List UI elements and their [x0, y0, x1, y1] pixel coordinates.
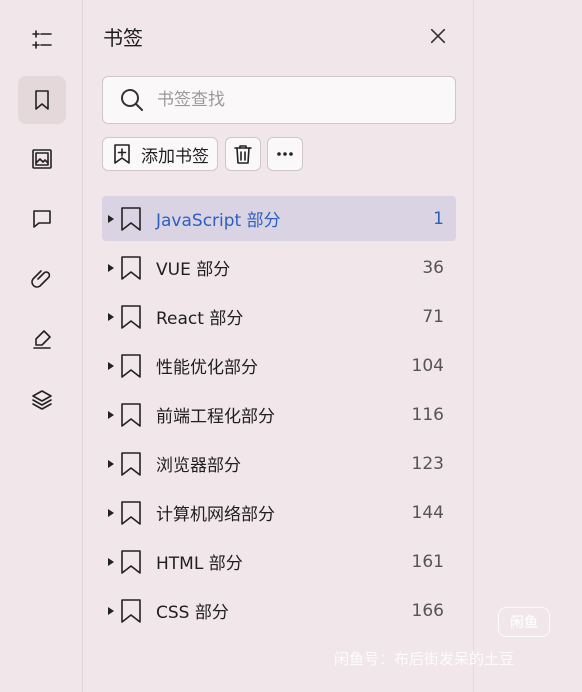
paperclip-icon: [31, 270, 51, 288]
more-horizontal-icon: [277, 152, 293, 156]
image-icon: [32, 149, 52, 169]
pen-icon: [33, 330, 51, 349]
bookmark-name: 计算机网络部分: [156, 505, 275, 525]
bookmark-row[interactable]: 前端工程化部分 116: [102, 392, 456, 437]
more-options-button[interactable]: [267, 137, 303, 171]
bookmark-row[interactable]: VUE 部分 36: [102, 245, 456, 290]
bookmark-icon: [120, 451, 142, 477]
expand-arrow-icon[interactable]: [108, 557, 114, 566]
bookmark-name: HTML 部分: [156, 554, 243, 574]
icon-rail: [0, 0, 83, 692]
bookmark-icon: [120, 353, 142, 379]
bookmark-search-box[interactable]: [102, 76, 456, 124]
bookmark-name: JavaScript 部分: [156, 211, 281, 231]
comment-icon: [33, 210, 51, 228]
bookmark-name: 性能优化部分: [156, 358, 258, 378]
bookmark-icon: [120, 549, 142, 575]
expand-arrow-icon[interactable]: [108, 410, 114, 419]
bookmark-page-number: 104: [411, 355, 444, 376]
bookmark-icon: [35, 90, 49, 110]
expand-arrow-icon[interactable]: [108, 508, 114, 517]
add-bookmark-button[interactable]: 添加书签: [102, 137, 218, 171]
expand-arrow-icon[interactable]: [108, 312, 114, 321]
bookmark-page-number: 36: [422, 257, 444, 278]
bookmark-list: JavaScript 部分 1 VUE 部分 36 React 部分 71 性能优化部分 10…: [102, 196, 456, 637]
bookmarks-panel: 书签 添加书签: [84, 0, 474, 692]
bookmark-row[interactable]: 浏览器部分 123: [102, 441, 456, 486]
bookmark-name: React 部分: [156, 309, 244, 329]
close-panel-button[interactable]: [424, 22, 452, 50]
bookmark-name: VUE 部分: [156, 260, 231, 280]
delete-bookmark-button[interactable]: [225, 137, 261, 171]
trash-icon: [234, 145, 252, 164]
bookmark-row[interactable]: HTML 部分 161: [102, 539, 456, 584]
bookmark-name: 浏览器部分: [156, 456, 241, 476]
bookmark-page-number: 1: [433, 208, 444, 229]
bookmark-page-number: 161: [411, 551, 444, 572]
expand-arrow-icon[interactable]: [108, 606, 114, 615]
watermark-text: 闲鱼号：布后街发呆的土豆: [334, 650, 515, 668]
layers-icon: [32, 390, 52, 410]
bookmark-row[interactable]: 计算机网络部分 144: [102, 490, 456, 535]
pdf-viewer-sidebar: 书签 添加书签: [0, 0, 582, 692]
bookmark-row[interactable]: React 部分 71: [102, 294, 456, 339]
bookmark-row[interactable]: 性能优化部分 104: [102, 343, 456, 388]
sparkle-list-icon: [32, 30, 52, 49]
comments-button[interactable]: [18, 195, 66, 243]
panel-title: 书签: [103, 26, 143, 50]
bookmark-icon: [120, 255, 142, 281]
add-bookmark-label: 添加书签: [141, 146, 209, 167]
expand-arrow-icon[interactable]: [108, 263, 114, 272]
expand-arrow-icon[interactable]: [108, 214, 114, 223]
bookmark-icon: [120, 402, 142, 428]
layers-button[interactable]: [18, 376, 66, 424]
bookmark-row[interactable]: JavaScript 部分 1: [102, 196, 456, 241]
bookmark-page-number: 71: [422, 306, 444, 327]
expand-arrow-icon[interactable]: [108, 459, 114, 468]
search-icon: [121, 89, 143, 111]
thumbnails-button[interactable]: [18, 135, 66, 183]
bookmark-icon: [120, 500, 142, 526]
bookmark-page-number: 116: [411, 404, 444, 425]
bookmark-search-input[interactable]: [157, 90, 417, 110]
bookmark-name: 前端工程化部分: [156, 407, 275, 427]
expand-arrow-icon[interactable]: [108, 361, 114, 370]
bookmark-icon: [120, 598, 142, 624]
bookmark-icon: [120, 206, 142, 232]
bookmark-page-number: 123: [411, 453, 444, 474]
bookmark-plus-icon: [114, 144, 130, 164]
bookmarks-tab-button[interactable]: [18, 76, 66, 124]
close-icon: [430, 28, 446, 44]
signature-button[interactable]: [18, 315, 66, 363]
watermark-logo: 闲鱼: [498, 607, 550, 637]
bookmark-page-number: 144: [411, 502, 444, 523]
bookmark-icon: [120, 304, 142, 330]
attachments-button[interactable]: [18, 255, 66, 303]
bookmark-name: CSS 部分: [156, 603, 229, 623]
outline-button[interactable]: [18, 16, 66, 64]
bookmark-page-number: 166: [411, 600, 444, 621]
bookmark-row[interactable]: CSS 部分 166: [102, 588, 456, 633]
